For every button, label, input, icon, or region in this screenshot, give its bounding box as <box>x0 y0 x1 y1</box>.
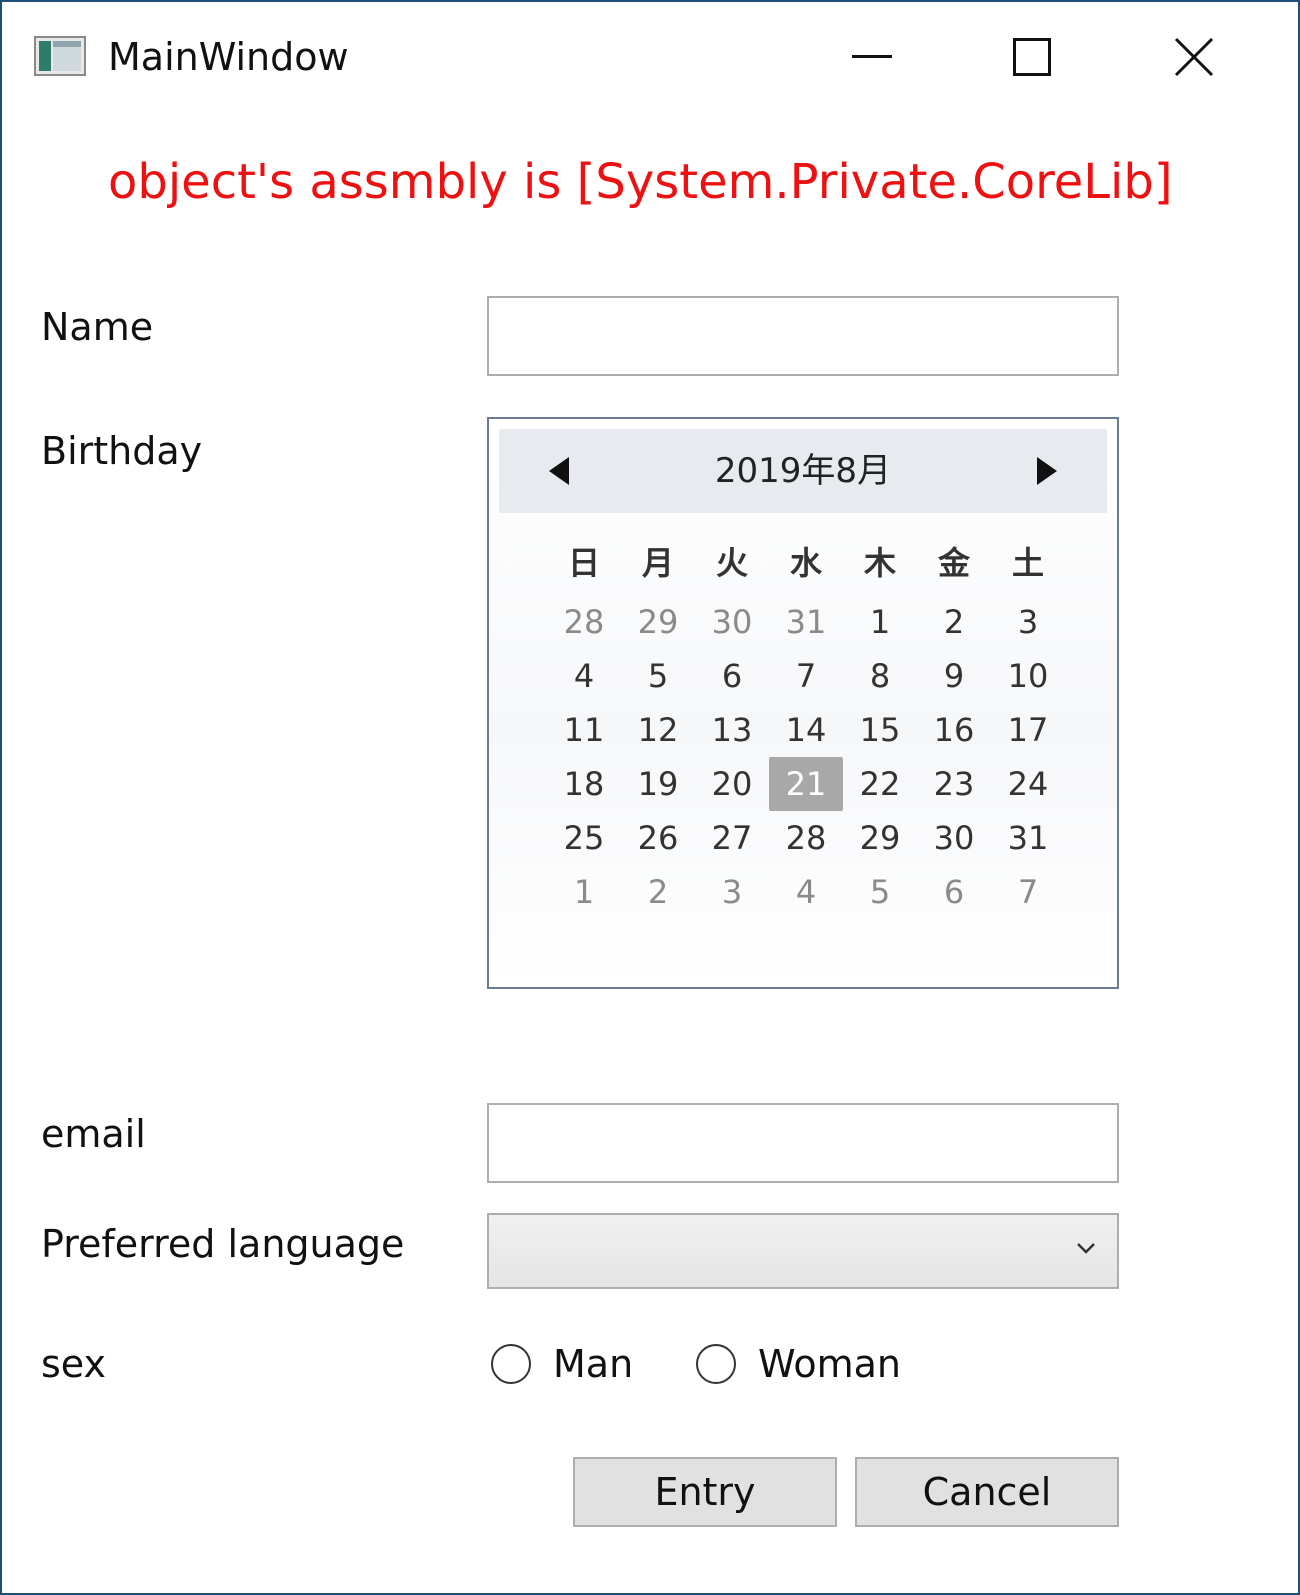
weekday-header: 火 <box>715 544 748 582</box>
calendar-day[interactable]: 6 <box>917 865 991 919</box>
calendar-day[interactable]: 8 <box>843 649 917 703</box>
minimize-button[interactable] <box>802 2 942 112</box>
calendar-day[interactable]: 30 <box>917 811 991 865</box>
calendar-grid: 日月火水木金土 28 29 30 31 1 2 3 4 5 6 7 8 9 10 11 12 13 14 15 16 1… <box>547 527 1065 919</box>
calendar-day[interactable]: 4 <box>769 865 843 919</box>
calendar-day[interactable]: 1 <box>843 595 917 649</box>
calendar-day[interactable]: 29 <box>621 595 695 649</box>
calendar-day[interactable]: 20 <box>695 757 769 811</box>
calendar-day[interactable]: 3 <box>695 865 769 919</box>
calendar-day[interactable]: 31 <box>991 811 1065 865</box>
preferred-language-combobox[interactable] <box>487 1213 1119 1289</box>
calendar-week-row: 11 12 13 14 15 16 17 <box>547 703 1065 757</box>
calendar-day[interactable]: 16 <box>917 703 991 757</box>
calendar-day[interactable]: 4 <box>547 649 621 703</box>
calendar-day[interactable]: 30 <box>695 595 769 649</box>
calendar-day[interactable]: 14 <box>769 703 843 757</box>
calendar-day[interactable]: 29 <box>843 811 917 865</box>
calendar-month-title[interactable]: 2019年8月 <box>619 447 987 495</box>
calendar-week-row: 1234567 <box>547 865 1065 919</box>
weekday-header: 木 <box>863 544 896 582</box>
calendar-day[interactable]: 28 <box>769 811 843 865</box>
preferred-language-label: Preferred language <box>41 1222 405 1266</box>
weekday-header-row: 日月火水木金土 <box>547 527 1065 595</box>
minimize-icon <box>852 55 892 58</box>
weekday-header: 土 <box>1011 544 1044 582</box>
birthday-calendar[interactable]: 2019年8月 日月火水木金土 28 29 30 31 1 2 3 4 5 6 7 8 9 10 11 12 1… <box>487 417 1119 989</box>
calendar-day[interactable]: 18 <box>547 757 621 811</box>
calendar-day[interactable]: 19 <box>621 757 695 811</box>
maximize-icon <box>1013 38 1051 76</box>
calendar-day[interactable]: 22 <box>843 757 917 811</box>
cancel-button[interactable]: Cancel <box>855 1457 1119 1527</box>
name-label: Name <box>41 305 154 349</box>
calendar-day[interactable]: 5 <box>843 865 917 919</box>
assembly-message: object's assmbly is [System.Private.Core… <box>108 154 1173 210</box>
radio-label-woman: Woman <box>758 1342 901 1386</box>
next-month-button[interactable] <box>1023 449 1067 493</box>
calendar-day[interactable]: 2 <box>621 865 695 919</box>
calendar-day[interactable]: 12 <box>621 703 695 757</box>
chevron-down-icon <box>1077 1243 1095 1254</box>
calendar-day[interactable]: 26 <box>621 811 695 865</box>
previous-month-button[interactable] <box>539 449 583 493</box>
weekday-header: 金 <box>937 544 970 582</box>
app-window-icon <box>34 36 86 76</box>
calendar-day[interactable]: 3 <box>991 595 1065 649</box>
calendar-day[interactable]: 13 <box>695 703 769 757</box>
radio-circle-icon[interactable] <box>491 1344 531 1384</box>
title-bar[interactable]: MainWindow <box>2 2 1298 112</box>
maximize-button[interactable] <box>962 2 1102 112</box>
calendar-day[interactable]: 31 <box>769 595 843 649</box>
calendar-week-row: 28 29 30 31 1 2 3 <box>547 595 1065 649</box>
email-input[interactable] <box>487 1103 1119 1183</box>
calendar-day[interactable]: 7 <box>769 649 843 703</box>
calendar-day-selected[interactable]: 21 <box>769 757 843 811</box>
calendar-day[interactable]: 6 <box>695 649 769 703</box>
weekday-header: 日 <box>567 544 600 582</box>
close-button[interactable] <box>1124 2 1264 112</box>
weekday-header: 水 <box>789 544 822 582</box>
main-window: MainWindow object's assmbly is [System.P… <box>0 0 1300 1595</box>
window-title: MainWindow <box>108 35 349 79</box>
email-label: email <box>41 1112 146 1156</box>
calendar-week-row: 18 19 20 21 22 23 24 <box>547 757 1065 811</box>
triangle-right-icon <box>1037 457 1057 485</box>
close-icon <box>1174 37 1214 77</box>
calendar-day[interactable]: 10 <box>991 649 1065 703</box>
triangle-left-icon <box>549 457 569 485</box>
calendar-day[interactable]: 25 <box>547 811 621 865</box>
calendar-day[interactable]: 24 <box>991 757 1065 811</box>
birthday-label: Birthday <box>41 429 203 473</box>
entry-button[interactable]: Entry <box>573 1457 837 1527</box>
calendar-week-row: 25 26 27 28 29 30 31 <box>547 811 1065 865</box>
radio-circle-icon[interactable] <box>696 1344 736 1384</box>
calendar-day[interactable]: 11 <box>547 703 621 757</box>
radio-label-man: Man <box>553 1342 634 1386</box>
sex-label: sex <box>41 1342 106 1386</box>
calendar-day[interactable]: 17 <box>991 703 1065 757</box>
calendar-day[interactable]: 27 <box>695 811 769 865</box>
calendar-day[interactable]: 5 <box>621 649 695 703</box>
calendar-week-row: 4 5 6 7 8 9 10 <box>547 649 1065 703</box>
calendar-day[interactable]: 2 <box>917 595 991 649</box>
name-input[interactable] <box>487 296 1119 376</box>
calendar-day[interactable]: 7 <box>991 865 1065 919</box>
calendar-day[interactable]: 1 <box>547 865 621 919</box>
calendar-header: 2019年8月 <box>499 429 1107 513</box>
sex-radio-woman[interactable]: Woman <box>696 1340 901 1388</box>
calendar-day[interactable]: 23 <box>917 757 991 811</box>
sex-radio-man[interactable]: Man <box>491 1340 633 1388</box>
calendar-day[interactable]: 28 <box>547 595 621 649</box>
weekday-header: 月 <box>641 544 674 582</box>
calendar-day[interactable]: 9 <box>917 649 991 703</box>
calendar-day[interactable]: 15 <box>843 703 917 757</box>
